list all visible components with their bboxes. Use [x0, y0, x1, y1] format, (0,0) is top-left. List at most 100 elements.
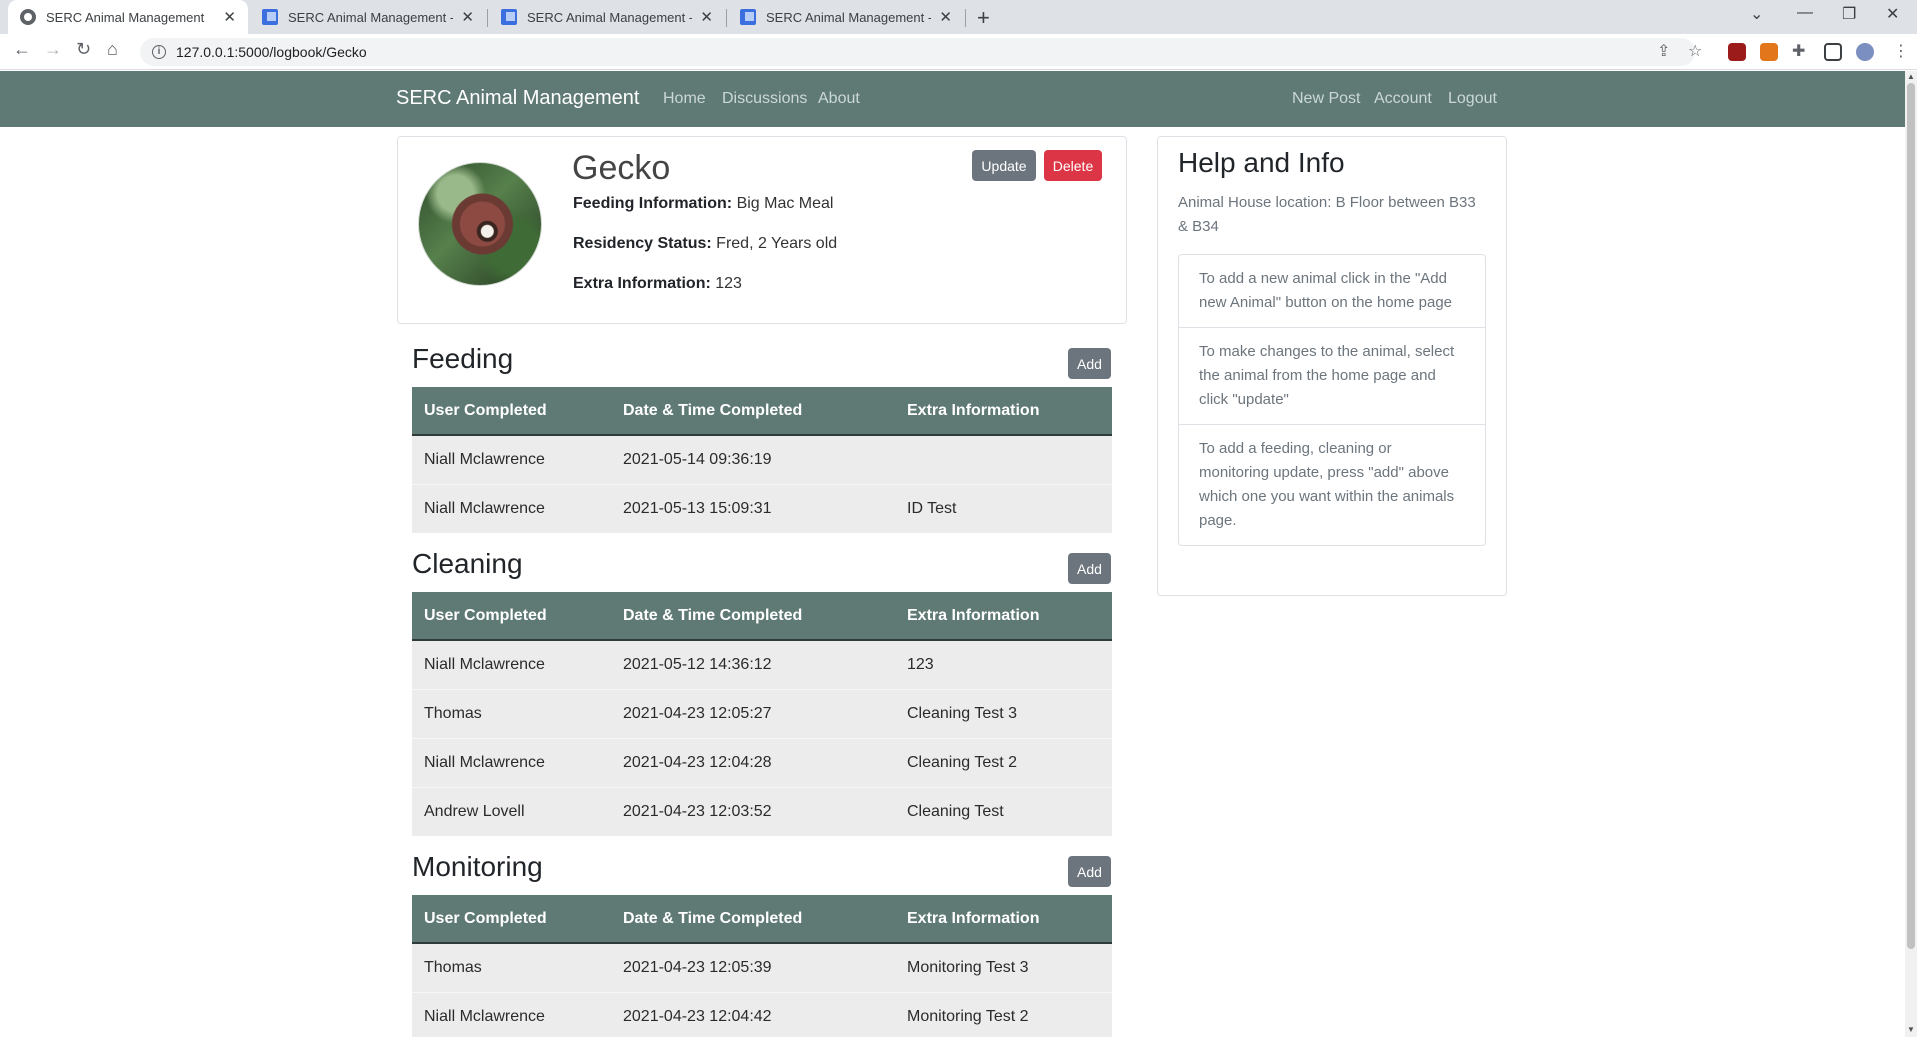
scrollbar-thumb[interactable] [1907, 83, 1915, 949]
col-header-datetime: Date & Time Completed [611, 387, 895, 436]
address-url: 127.0.0.1:5000/logbook/Gecko [176, 44, 367, 60]
col-header-datetime: Date & Time Completed [611, 592, 895, 641]
extra-info: Extra Information: 123 [573, 275, 742, 293]
col-header-user: User Completed [412, 387, 611, 436]
cell-user: Thomas [412, 688, 611, 738]
help-list: To add a new animal click in the "Add ne… [1178, 254, 1486, 546]
tab-title: SERC Animal Management - Reg [527, 9, 692, 25]
minimize-icon[interactable]: — [1797, 4, 1813, 22]
doc-icon [501, 9, 517, 25]
forward-icon[interactable]: → [44, 39, 62, 60]
table-row: Niall Mclawrence 2021-05-13 15:09:31 ID … [412, 483, 1112, 533]
bookmark-star-icon[interactable]: ☆ [1688, 41, 1702, 61]
cell-extra: Cleaning Test [895, 786, 1112, 836]
nav-discussions[interactable]: Discussions [722, 90, 807, 108]
close-icon[interactable]: ✕ [223, 8, 236, 26]
table-row: Thomas 2021-04-23 12:05:39 Monitoring Te… [412, 942, 1112, 992]
back-icon[interactable]: ← [13, 39, 31, 60]
cleaning-table: User Completed Date & Time Completed Ext… [412, 592, 1112, 836]
page-scrollbar[interactable]: ▲ ▼ [1905, 71, 1917, 1037]
help-card: Help and Info Animal House location: B F… [1157, 136, 1507, 596]
table-row: Niall Mclawrence 2021-04-23 12:04:42 Mon… [412, 991, 1112, 1037]
share-icon[interactable]: ⇪ [1657, 41, 1670, 61]
close-icon[interactable]: ✕ [461, 8, 474, 26]
nav-about[interactable]: About [818, 90, 860, 108]
nav-home[interactable]: Home [663, 90, 706, 108]
window-close-icon[interactable]: ✕ [1886, 4, 1899, 24]
reload-icon[interactable]: ↻ [76, 39, 91, 60]
col-header-extra: Extra Information [895, 592, 1112, 641]
help-location: Animal House location: B Floor between B… [1178, 194, 1476, 235]
animal-photo [418, 162, 542, 286]
table-row: Thomas 2021-04-23 12:05:27 Cleaning Test… [412, 688, 1112, 738]
cell-datetime: 2021-04-23 12:05:39 [611, 942, 895, 992]
scroll-up-icon[interactable]: ▲ [1907, 72, 1915, 81]
tab-title: SERC Animal Management - Goo [288, 9, 453, 25]
address-bar[interactable]: i 127.0.0.1:5000/logbook/Gecko [140, 38, 1695, 66]
scroll-down-icon[interactable]: ▼ [1907, 1025, 1915, 1034]
tab-separator [487, 9, 488, 27]
browser-toolbar: ← → ↻ ⌂ i 127.0.0.1:5000/logbook/Gecko ⇪… [0, 34, 1917, 70]
tab-title: SERC Animal Management [46, 9, 205, 25]
browser-tab[interactable]: SERC Animal Management - Log ✕ [728, 0, 964, 34]
extra-info-value: 123 [715, 275, 742, 292]
tab-separator [965, 9, 966, 27]
doc-icon [740, 9, 756, 25]
new-tab-icon[interactable]: + [977, 5, 990, 31]
residency-info: Residency Status: Fred, 2 Years old [573, 235, 837, 253]
cell-extra: 123 [895, 639, 1112, 689]
site-info-icon[interactable]: i [152, 45, 166, 59]
residency-info-value: Fred, 2 Years old [716, 235, 838, 252]
nav-logout[interactable]: Logout [1448, 90, 1497, 108]
cell-user: Thomas [412, 942, 611, 992]
browser-tab[interactable]: SERC Animal Management - Goo ✕ [250, 0, 486, 34]
table-row: Niall Mclawrence 2021-05-12 14:36:12 123 [412, 639, 1112, 689]
doc-icon [262, 9, 278, 25]
feeding-info-value: Big Mac Meal [736, 195, 834, 212]
col-header-datetime: Date & Time Completed [611, 895, 895, 944]
cell-extra [895, 434, 1112, 484]
nav-new-post[interactable]: New Post [1292, 90, 1360, 108]
metamask-extension-icon[interactable] [1760, 43, 1778, 61]
help-item: To add a new animal click in the "Add ne… [1199, 270, 1453, 311]
profile-avatar[interactable] [1856, 43, 1874, 61]
cell-datetime: 2021-04-23 12:05:27 [611, 688, 895, 738]
cell-user: Andrew Lovell [412, 786, 611, 836]
delete-button[interactable]: Delete [1044, 150, 1102, 181]
help-item: To add a feeding, cleaning or monitoring… [1179, 424, 1485, 545]
cell-datetime: 2021-04-23 12:04:28 [611, 737, 895, 787]
cell-extra: Cleaning Test 2 [895, 737, 1112, 787]
cell-user: Niall Mclawrence [412, 483, 611, 533]
residency-info-label: Residency Status: [573, 235, 712, 252]
cell-datetime: 2021-05-12 14:36:12 [611, 639, 895, 689]
browser-tab-active[interactable]: SERC Animal Management ✕ [8, 0, 248, 34]
cell-user: Niall Mclawrence [412, 991, 611, 1037]
side-panel-icon[interactable] [1824, 43, 1842, 61]
globe-icon [20, 9, 36, 25]
close-icon[interactable]: ✕ [700, 8, 713, 26]
col-header-user: User Completed [412, 895, 611, 944]
feeding-title: Feeding [412, 343, 514, 374]
restore-icon[interactable]: ❐ [1842, 4, 1856, 24]
cell-user: Niall Mclawrence [412, 434, 611, 484]
cell-datetime: 2021-05-13 15:09:31 [611, 483, 895, 533]
ublock-extension-icon[interactable] [1728, 43, 1746, 61]
cell-user: Niall Mclawrence [412, 737, 611, 787]
add-cleaning-button[interactable]: Add [1068, 553, 1111, 584]
cell-datetime: 2021-04-23 12:03:52 [611, 786, 895, 836]
tab-search-icon[interactable]: ⌄ [1750, 4, 1763, 24]
add-feeding-button[interactable]: Add [1068, 348, 1111, 379]
help-title: Help and Info [1178, 147, 1345, 178]
cell-extra: Monitoring Test 2 [895, 991, 1112, 1037]
home-icon[interactable]: ⌂ [107, 39, 118, 60]
cell-datetime: 2021-04-23 12:04:42 [611, 991, 895, 1037]
update-button[interactable]: Update [972, 150, 1036, 181]
add-monitoring-button[interactable]: Add [1068, 856, 1111, 887]
browser-tab[interactable]: SERC Animal Management - Reg ✕ [489, 0, 725, 34]
nav-account[interactable]: Account [1374, 90, 1432, 108]
menu-kebab-icon[interactable]: ⋮ [1893, 41, 1909, 61]
close-icon[interactable]: ✕ [939, 8, 952, 26]
extensions-puzzle-icon[interactable]: ✚ [1792, 41, 1805, 61]
brand-link[interactable]: SERC Animal Management [396, 87, 639, 110]
cell-extra: ID Test [895, 483, 1112, 533]
